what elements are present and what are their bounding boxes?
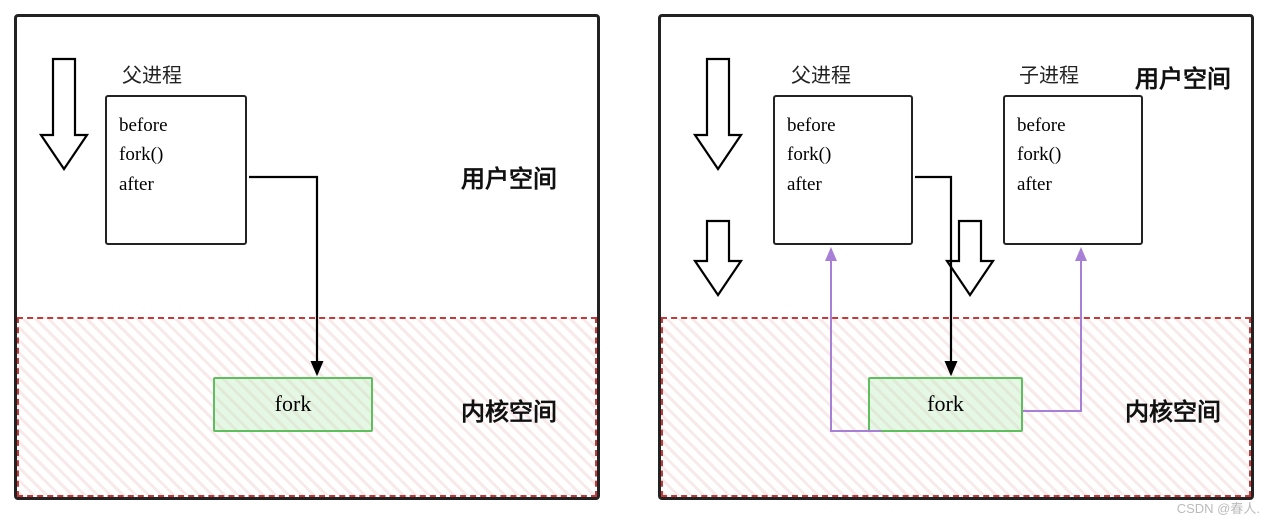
panel-after-fork: 父进程 子进程 用户空间 before fork() after before … xyxy=(658,14,1254,500)
code-line: fork() xyxy=(1017,140,1129,169)
fork-box-left: fork xyxy=(213,377,373,432)
code-line: before xyxy=(787,111,899,140)
code-line: before xyxy=(1017,111,1129,140)
code-line: after xyxy=(119,170,233,199)
parent-code-box-left: before fork() after xyxy=(105,95,247,245)
code-line: fork() xyxy=(119,140,233,169)
kernel-space-label-right: 内核空间 xyxy=(1125,392,1221,427)
child-code-box-right: before fork() after xyxy=(1003,95,1143,245)
parent-code-box-right: before fork() after xyxy=(773,95,913,245)
kernel-space-label-left: 内核空间 xyxy=(461,392,557,427)
user-space-label-left: 用户空间 xyxy=(461,159,557,194)
parent-proc-label-left: 父进程 xyxy=(122,59,182,88)
fork-label: fork xyxy=(927,391,964,416)
fork-box-right: fork xyxy=(868,377,1023,432)
code-line: before xyxy=(119,111,233,140)
child-proc-label-right: 子进程 xyxy=(1019,59,1079,88)
code-line: fork() xyxy=(787,140,899,169)
panel-before-fork: 父进程 before fork() after 用户空间 fork 内核空间 xyxy=(14,14,600,500)
code-line: after xyxy=(787,170,899,199)
user-space-label-right: 用户空间 xyxy=(1135,59,1231,94)
fork-label: fork xyxy=(275,391,312,416)
watermark: CSDN @春人. xyxy=(1177,498,1260,517)
code-line: after xyxy=(1017,170,1129,199)
parent-proc-label-right: 父进程 xyxy=(791,59,851,88)
